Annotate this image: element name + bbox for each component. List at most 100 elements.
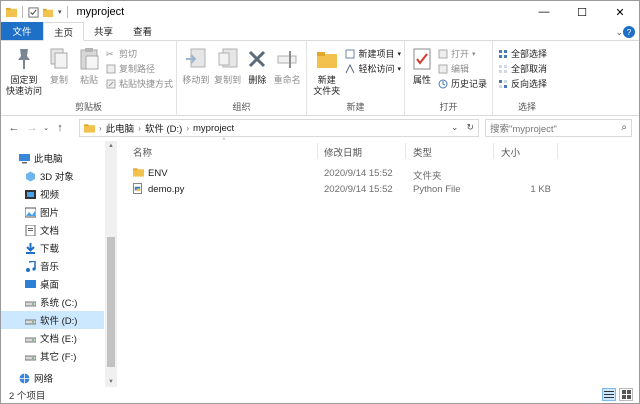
close-button[interactable]: ✕ <box>601 1 639 23</box>
search-placeholder: 搜索"myproject" <box>490 124 557 135</box>
new-folder-quick-icon[interactable] <box>43 7 54 18</box>
clipboard-group: 固定到 快速访问 复制 粘贴 ✂ 剪切 复制路径 粘贴快捷方式 剪贴板 <box>1 41 177 116</box>
nav-item[interactable]: 视频 <box>1 185 59 203</box>
search-icon[interactable]: ⌕ <box>621 122 627 133</box>
select-none-button[interactable]: 全部取消 <box>498 62 547 75</box>
scrollbar-thumb[interactable] <box>107 237 115 367</box>
properties-icon <box>413 48 431 70</box>
recent-dropdown-icon[interactable]: ⌄ <box>41 124 51 132</box>
tab-view[interactable]: 查看 <box>123 22 162 40</box>
column-type[interactable]: 类型 <box>413 145 432 159</box>
nav-item[interactable]: 3D 对象 <box>1 167 74 185</box>
column-name[interactable]: 名称 <box>133 145 152 159</box>
new-item-button[interactable]: 新建项目 ▾ <box>345 47 401 60</box>
quick-access-dropdown-icon[interactable]: ▾ <box>58 8 62 16</box>
cut-button[interactable]: ✂ 剪切 <box>106 47 173 60</box>
nav-item[interactable]: 软件 (D:) <box>1 311 104 329</box>
nav-item[interactable]: 其它 (F:) <box>1 347 76 365</box>
details-view-button[interactable] <box>602 388 616 401</box>
tab-home[interactable]: 主页 <box>43 22 85 41</box>
tab-share[interactable]: 共享 <box>84 22 123 40</box>
file-row[interactable]: demo.py 2020/9/14 15:52 Python File 1 KB <box>121 181 631 197</box>
easy-access-button[interactable]: 轻松访问 ▾ <box>345 62 401 75</box>
column-size[interactable]: 大小 <box>501 145 520 159</box>
nav-item[interactable]: 网络 <box>1 369 53 387</box>
scroll-up-icon[interactable]: ▲ <box>105 143 117 149</box>
nav-item-label: 下载 <box>40 244 60 255</box>
file-row[interactable]: ENV 2020/9/14 15:52 文件夹 <box>121 165 631 182</box>
nav-item[interactable]: 音乐 <box>1 257 59 275</box>
copy-to-icon <box>218 48 238 68</box>
nav-item-label: 此电脑 <box>34 154 63 165</box>
pin-label: 固定到 快速访问 <box>5 75 42 96</box>
ribbon-expand-icon[interactable]: ⌄ <box>615 27 623 38</box>
sort-up-icon: ⌃ <box>221 138 227 145</box>
new-group: 新建 文件夹 新建项目 ▾ 轻松访问 ▾ 新建 <box>307 41 405 116</box>
breadcrumb-chevron-icon[interactable]: › <box>186 124 189 133</box>
drive-icon <box>25 319 36 324</box>
nav-item[interactable]: 图片 <box>1 203 59 221</box>
help-icon[interactable]: ? <box>623 26 635 38</box>
explorer-window: ▾ myproject — ☐ ✕ 文件 主页 共享 查看 ⌄ ? 固定到 快速… <box>0 0 640 404</box>
search-input[interactable]: 搜索"myproject" ⌕ <box>485 119 632 137</box>
select-group-label: 选择 <box>517 102 536 112</box>
nav-item-label: 网络 <box>34 374 54 385</box>
copy-label: 复制 <box>49 75 68 85</box>
column-modified[interactable]: 修改日期 <box>324 145 362 159</box>
tab-file[interactable]: 文件 <box>1 22 43 40</box>
select-none-icon <box>499 64 507 73</box>
file-modified: 2020/9/14 15:52 <box>324 168 393 179</box>
nav-item[interactable]: 桌面 <box>1 275 59 293</box>
network-icon <box>19 373 30 383</box>
pin-icon <box>18 49 30 69</box>
nav-item[interactable]: 文档 (E:) <box>1 329 77 347</box>
new-group-label: 新建 <box>346 102 365 112</box>
select-none-label: 全部取消 <box>511 64 548 74</box>
back-arrow-icon[interactable]: ← <box>5 122 23 134</box>
address-bar[interactable]: › 此电脑 › 软件 (D:) › myproject ⌄ ↻ <box>79 119 479 137</box>
drive-icon <box>25 337 36 342</box>
select-all-button[interactable]: 全部选择 <box>498 47 547 60</box>
open-button[interactable]: 打开 ▾ <box>438 47 487 60</box>
forward-arrow-icon[interactable]: → <box>23 122 41 134</box>
up-arrow-icon[interactable]: ↑ <box>51 122 69 134</box>
minimize-button[interactable]: — <box>525 1 563 23</box>
properties-quick-icon[interactable] <box>28 6 39 18</box>
nav-item[interactable]: 文档 <box>1 221 59 239</box>
breadcrumb-chevron-icon[interactable]: › <box>99 124 102 133</box>
edit-button[interactable]: 编辑 <box>438 62 487 75</box>
invert-selection-icon <box>499 79 507 88</box>
nav-item[interactable]: 此电脑 <box>1 149 63 167</box>
file-type: 文件夹 <box>413 171 442 182</box>
address-dropdown-icon[interactable]: ⌄ <box>451 122 459 133</box>
nav-item[interactable]: 系统 (C:) <box>1 293 77 311</box>
breadcrumb-myproject[interactable]: myproject <box>193 123 234 134</box>
breadcrumb-this-pc[interactable]: 此电脑 <box>106 121 135 135</box>
file-list-header: ⌃ 名称 修改日期 类型 大小 <box>121 138 640 161</box>
nav-item-label: 3D 对象 <box>40 172 74 183</box>
copy-path-button[interactable]: 复制路径 <box>106 62 173 75</box>
copy-path-label: 复制路径 <box>119 64 156 74</box>
nav-item-label: 文档 <box>40 226 60 237</box>
status-bar: 2 个项目 <box>1 387 639 403</box>
file-size: 1 KB <box>530 184 551 195</box>
nav-item[interactable]: 下载 <box>1 239 59 257</box>
history-label: 历史记录 <box>451 79 488 89</box>
new-folder-icon <box>316 52 337 68</box>
history-button[interactable]: 历史记录 <box>438 77 487 90</box>
navigation-pane: 此电脑 3D 对象视频 图片文档下载音乐 桌面 系统 (C:) 软件 (D:) 文档 (E:… <box>1 141 119 387</box>
invert-selection-button[interactable]: 反向选择 <box>498 77 547 90</box>
open-group-label: 打开 <box>439 102 458 112</box>
paste-shortcut-button[interactable]: 粘贴快捷方式 <box>106 77 173 90</box>
breadcrumb-drive-d[interactable]: 软件 (D:) <box>145 121 182 135</box>
refresh-icon[interactable]: ↻ <box>466 122 474 133</box>
large-icons-view-button[interactable] <box>619 388 633 401</box>
scroll-down-icon[interactable]: ▼ <box>105 379 117 385</box>
music-icon <box>26 260 36 272</box>
ribbon-tabs: 文件 主页 共享 查看 ⌄ ? <box>1 22 639 41</box>
maximize-button[interactable]: ☐ <box>563 1 601 23</box>
cut-label: 剪切 <box>119 49 138 59</box>
breadcrumb-chevron-icon[interactable]: › <box>138 124 141 133</box>
navigation-scrollbar[interactable]: ▲ ▼ <box>105 141 117 387</box>
open-icon <box>438 49 448 58</box>
